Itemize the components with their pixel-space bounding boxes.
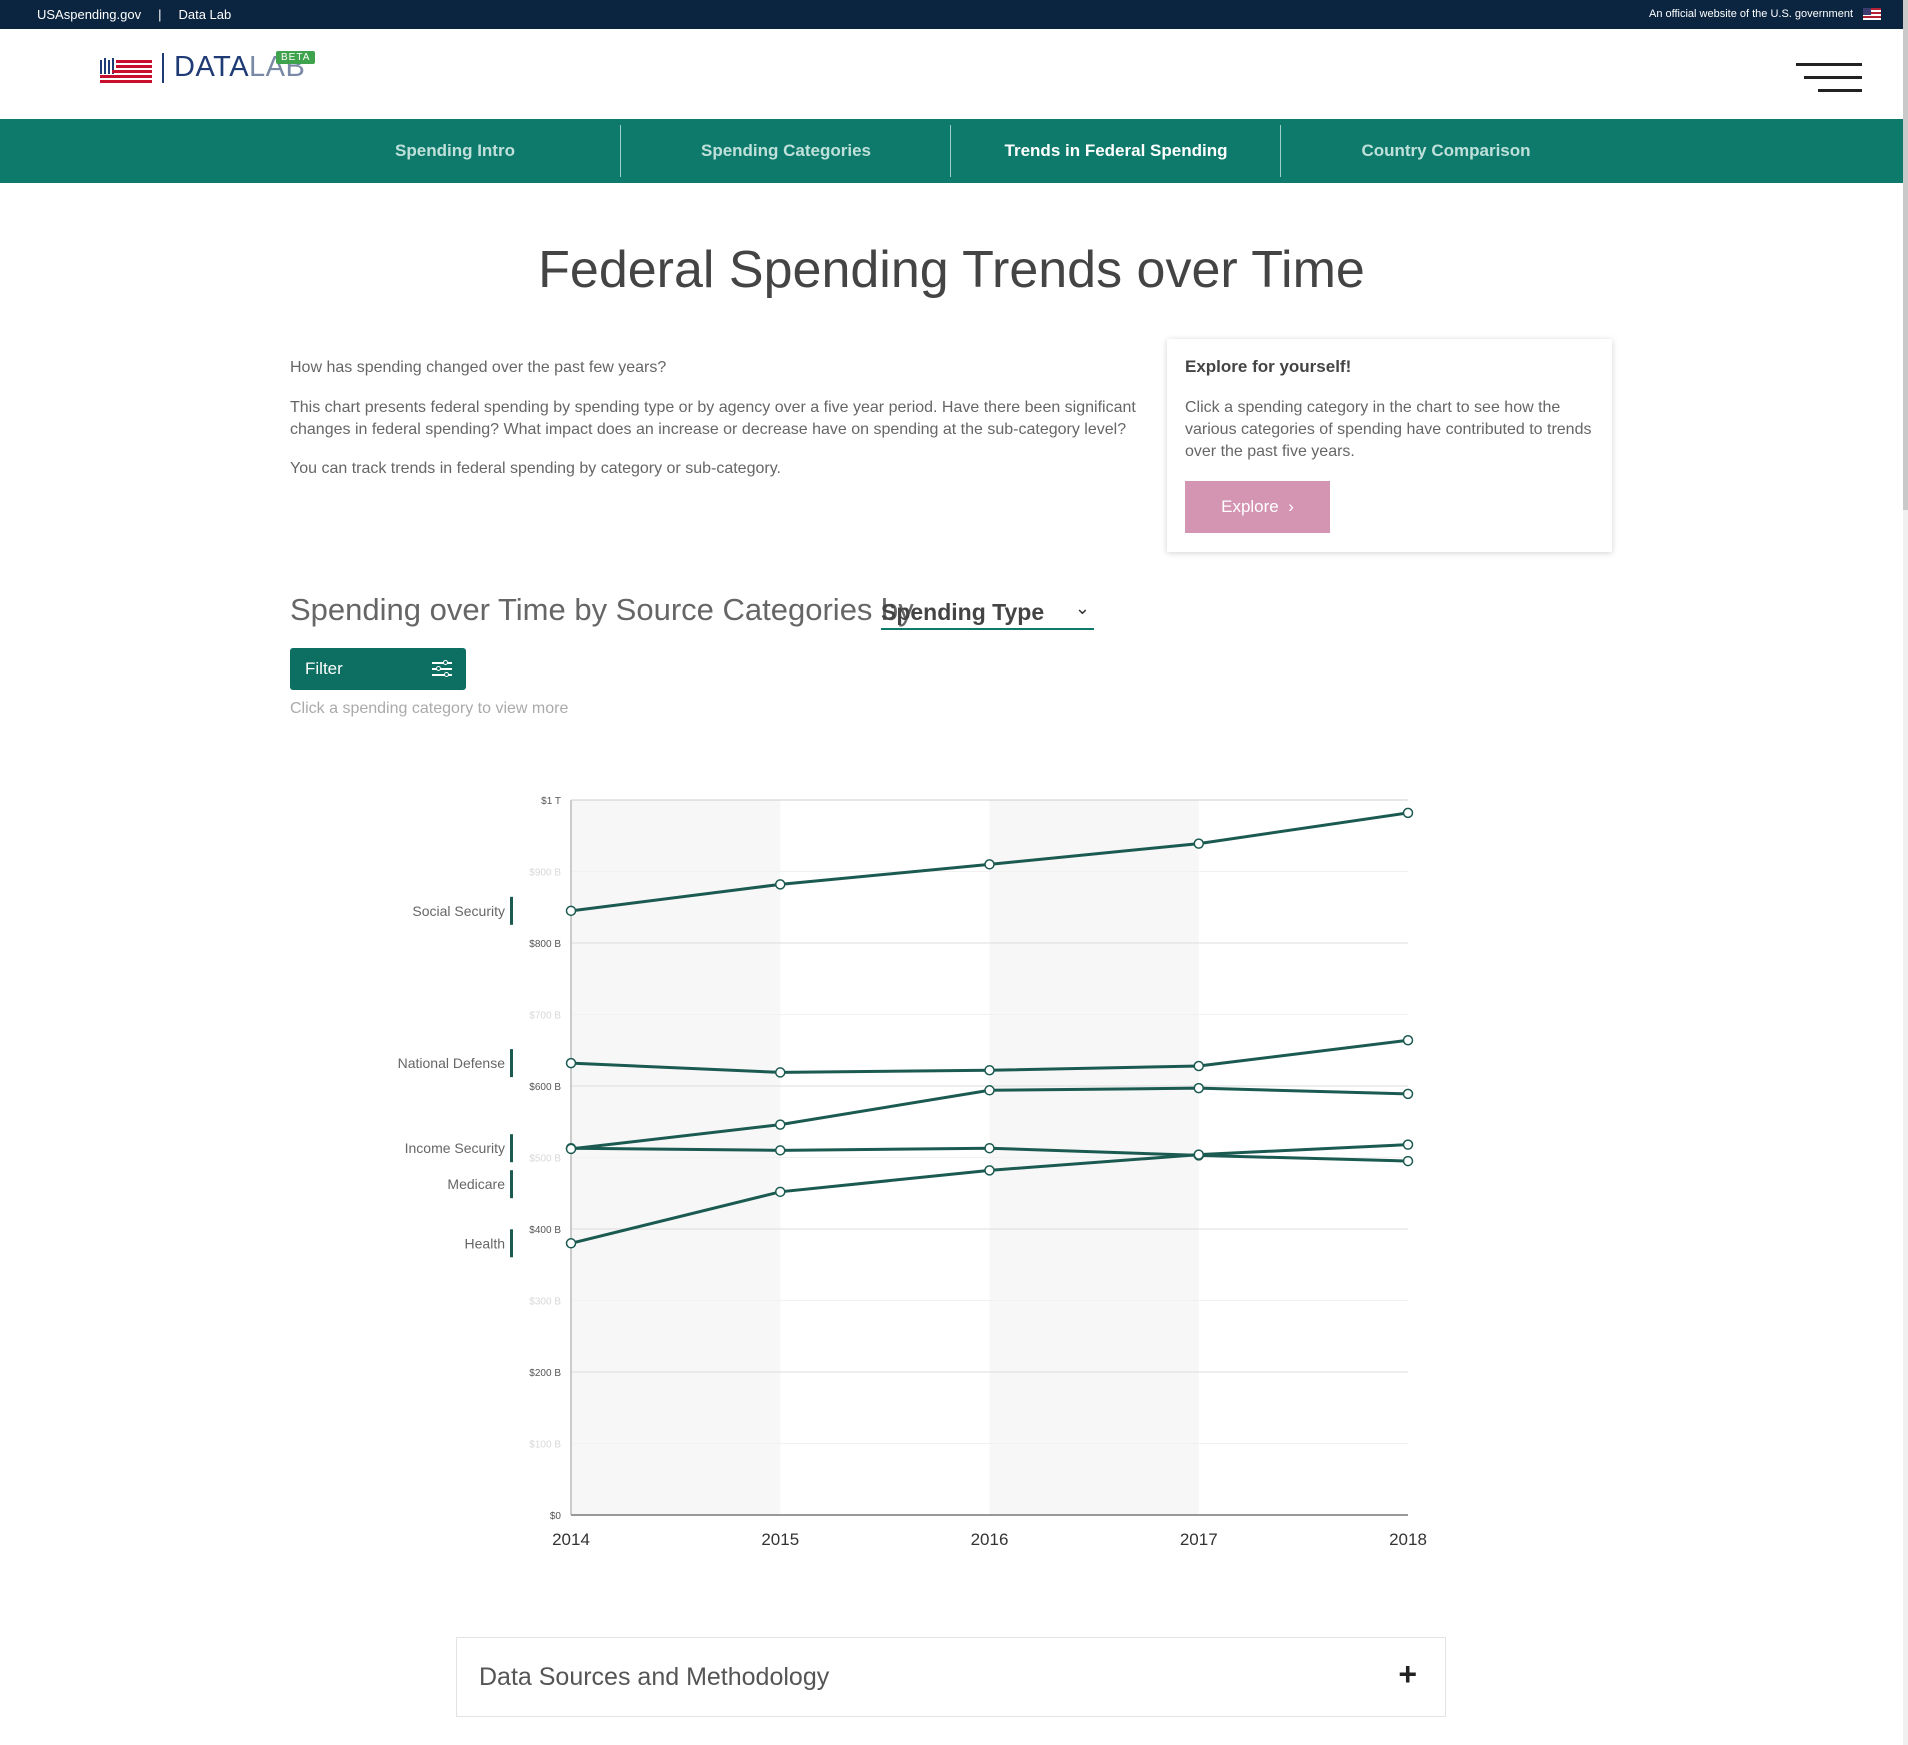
data-sources-accordion[interactable]: Data Sources and Methodology + (456, 1637, 1446, 1717)
data-point (1402, 1034, 1414, 1046)
data-lab-link[interactable]: Data Lab (178, 7, 231, 22)
filter-button[interactable]: Filter (290, 648, 466, 690)
select-value: Spending Type (881, 599, 1045, 625)
series-label-marker (510, 1134, 513, 1163)
series-label-marker (510, 1049, 513, 1078)
data-point (1193, 1060, 1204, 1072)
y-tick-label: $800 B (529, 939, 561, 950)
chevron-right-icon: › (1288, 497, 1294, 516)
data-point (565, 1238, 577, 1249)
series-label-marker (510, 1229, 513, 1258)
y-tick-label: $300 B (529, 1297, 561, 1308)
chevron-down-icon: ⌄ (1074, 598, 1090, 618)
data-point (775, 1186, 786, 1198)
y-tick-label: $200 B (529, 1368, 561, 1379)
data-point (984, 1142, 995, 1154)
x-tick-label: 2014 (552, 1530, 590, 1549)
data-point (1402, 1155, 1414, 1167)
y-tick-label: $100 B (529, 1440, 561, 1451)
y-tick-label: $400 B (529, 1225, 561, 1236)
explore-body: Click a spending category in the chart t… (1185, 399, 1592, 460)
tab-spending-intro[interactable]: Spending Intro (290, 119, 620, 183)
data-point (984, 1085, 995, 1096)
data-point (1193, 1149, 1204, 1160)
plus-icon[interactable]: + (1398, 1656, 1417, 1693)
intro-tracking: You can track trends in federal spending… (290, 460, 781, 477)
x-tick-label: 2016 (971, 1530, 1009, 1549)
data-point (565, 905, 577, 917)
gov-banner: USAspending.gov | Data Lab An official w… (0, 0, 1903, 29)
page-title: Federal Spending Trends over Time (538, 241, 1365, 299)
series-label-marker (510, 896, 513, 925)
x-tick-label: 2018 (1389, 1530, 1427, 1549)
data-point (1193, 1082, 1204, 1094)
banner-separator: | (158, 7, 162, 22)
spending-trends-chart: $0 $100 B $200 B $300 B $400 B $500 B $600 B $7… (398, 796, 1427, 1549)
y-tick-label: $600 B (529, 1082, 561, 1093)
data-point (565, 1057, 577, 1069)
data-point (775, 1145, 786, 1156)
intro-description: This chart presents federal spending by … (290, 399, 1136, 438)
y-tick-label: $1 T (541, 796, 561, 807)
usaspending-link[interactable]: USAspending.gov (37, 7, 141, 22)
series-label: Social Security (412, 903, 505, 919)
site-header: DATALAB BETA (0, 29, 1903, 119)
datalab-logo[interactable]: DATALAB (98, 51, 305, 84)
filter-label: Filter (305, 659, 343, 678)
x-tick-label: 2017 (1180, 1530, 1218, 1549)
data-point (1193, 838, 1204, 849)
y-tick-label: $0 (550, 1511, 562, 1522)
series-label-marker (510, 1170, 513, 1199)
chart-heading: Spending over Time by Source Categories … (290, 592, 914, 627)
us-flag-icon (1863, 8, 1881, 20)
data-point (775, 879, 786, 890)
data-point (984, 1065, 995, 1076)
data-point (1402, 807, 1414, 819)
series-label: Health (465, 1235, 505, 1251)
series-label: Medicare (447, 1176, 505, 1192)
logo-divider (162, 52, 164, 83)
accordion-label: Data Sources and Methodology (479, 1663, 830, 1691)
tab-country-comparison[interactable]: Country Comparison (1281, 119, 1611, 183)
series-label: National Defense (398, 1055, 506, 1071)
flag-logo-icon (98, 52, 152, 84)
explore-button[interactable]: Explore › (1185, 481, 1330, 533)
data-point (1402, 1088, 1414, 1100)
tab-spending-categories[interactable]: Spending Categories (621, 119, 951, 183)
y-tick-label: $700 B (529, 1011, 561, 1022)
menu-icon[interactable] (1796, 63, 1862, 93)
intro-question: How has spending changed over the past f… (290, 359, 667, 376)
explore-heading: Explore for yourself! (1185, 357, 1352, 376)
spending-type-select[interactable]: Spending Type ⌄ (881, 596, 1094, 630)
chart-hint: Click a spending category to view more (290, 700, 569, 717)
tab-trends-federal-spending[interactable]: Trends in Federal Spending (951, 119, 1281, 183)
series-label: Income Security (405, 1140, 505, 1156)
y-tick-label: $900 B (529, 868, 561, 879)
page-scrollbar[interactable] (1903, 0, 1908, 1745)
x-tick-label: 2015 (761, 1530, 799, 1549)
data-point (565, 1143, 577, 1155)
section-nav: Spending Intro Spending Categories Trend… (0, 119, 1903, 183)
beta-badge: BETA (276, 51, 316, 64)
y-tick-label: $500 B (529, 1154, 561, 1165)
data-point (775, 1119, 786, 1130)
data-point (984, 859, 995, 870)
data-point (984, 1165, 995, 1176)
sliders-icon (432, 660, 452, 678)
data-point (775, 1067, 786, 1078)
data-point (1402, 1139, 1414, 1150)
official-site-text: An official website of the U.S. governme… (1648, 8, 1853, 20)
explore-card: Explore for yourself! Click a spending c… (1167, 339, 1612, 552)
